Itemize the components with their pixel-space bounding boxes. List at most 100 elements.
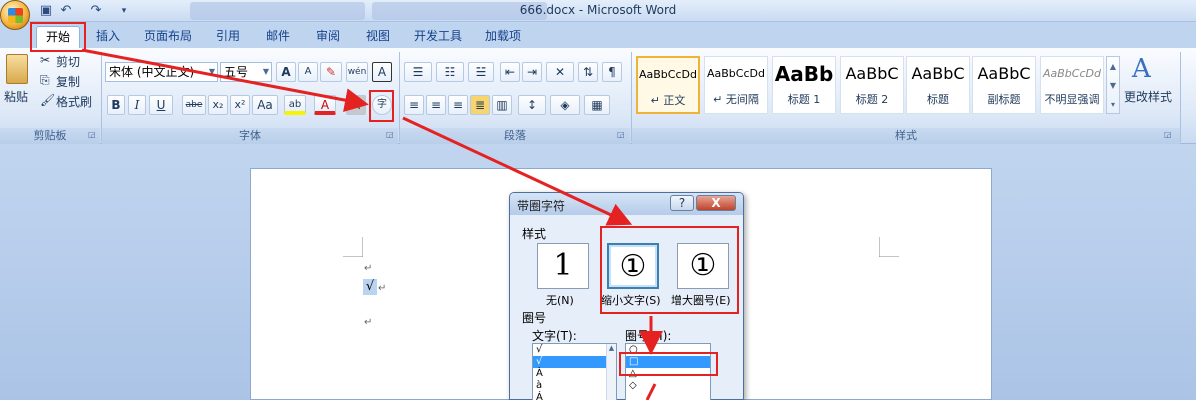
underline-button[interactable]: U [149, 95, 173, 115]
style-sample: AaBbC [977, 64, 1031, 83]
clear-format-icon[interactable]: ✎ [320, 62, 342, 82]
scrollbar[interactable]: ▲ [606, 344, 616, 400]
bullets-icon[interactable]: ☰ [404, 62, 432, 82]
style-subtle-emphasis[interactable]: AaBbCcDd 不明显强调 [1040, 56, 1104, 114]
text-field-label: 文字(T): [532, 329, 577, 343]
style-sample: AaBbCcDd [1043, 67, 1101, 80]
sort-icon[interactable]: ⇅ [578, 62, 598, 82]
tab-mailings[interactable]: 邮件 [258, 26, 298, 48]
change-styles-button[interactable]: 更改样式 [1124, 88, 1172, 105]
tab-view[interactable]: 视图 [358, 26, 398, 48]
style-subtitle[interactable]: AaBbC 副标题 [972, 56, 1036, 114]
font-size-combo[interactable]: 五号 ▼ [220, 62, 272, 82]
borders-icon[interactable]: ▦ [584, 95, 610, 115]
justify-icon[interactable]: ≣ [470, 95, 490, 115]
show-marks-icon[interactable]: ¶ [602, 62, 622, 82]
styles-launcher-icon[interactable]: ◲ [1164, 130, 1172, 139]
style-normal[interactable]: AaBbCcDd ↵ 正文 [636, 56, 700, 114]
selected-character[interactable]: √ [363, 279, 377, 295]
crop-mark-left [343, 237, 363, 257]
list-item[interactable]: à [533, 380, 616, 392]
tab-insert[interactable]: 插入 [88, 26, 128, 48]
tab-add-ins[interactable]: 加载项 [478, 26, 528, 48]
chevron-down-icon: ▼ [208, 67, 215, 76]
align-right-icon[interactable]: ≡ [448, 95, 468, 115]
strikethrough-button[interactable]: abe [182, 95, 206, 115]
list-item[interactable]: √ [533, 356, 616, 368]
annotation-box-style-options [600, 226, 739, 314]
grow-font-button[interactable]: A [276, 62, 296, 82]
phonetic-guide-button[interactable]: wén [346, 62, 368, 82]
font-group-title: 字体 [102, 128, 398, 144]
format-painter-button[interactable]: 格式刷 [56, 93, 92, 110]
align-left-icon[interactable]: ≡ [404, 95, 424, 115]
paragraph-group-title: 段落 [400, 128, 630, 144]
styles-group-title: 样式 [632, 128, 1180, 144]
paste-icon[interactable] [6, 54, 28, 84]
paste-button[interactable]: 粘贴 [4, 88, 28, 105]
chevron-down-icon: ▼ [262, 67, 269, 76]
decrease-indent-icon[interactable]: ⇤ [500, 62, 520, 82]
font-size-value: 五号 [224, 65, 249, 79]
paragraph-mark: ↵ [378, 283, 387, 294]
style-name: 标题 [927, 93, 949, 106]
crop-mark-right [879, 237, 899, 257]
cut-button[interactable]: 剪切 [56, 53, 80, 70]
annotation-box-enclose-button [369, 90, 394, 122]
cut-icon[interactable]: ✂ [40, 53, 50, 67]
font-launcher-icon[interactable]: ◲ [386, 130, 394, 139]
font-name-combo[interactable]: 宋体 (中文正文) ▼ [105, 62, 218, 82]
list-item[interactable]: Á [533, 392, 616, 400]
list-item[interactable]: √ [533, 344, 616, 356]
multilevel-list-icon[interactable]: ☱ [468, 62, 494, 82]
list-item[interactable]: À [533, 368, 616, 380]
copy-icon[interactable]: ⎘ [40, 73, 50, 88]
tab-developer[interactable]: 开发工具 [408, 26, 468, 48]
shading-icon[interactable]: ◈ [550, 95, 580, 115]
character-shading-button[interactable]: A [346, 95, 366, 115]
window-title: 666.docx - Microsoft Word [519, 3, 677, 17]
format-painter-icon[interactable]: 🖌 [40, 93, 55, 107]
font-color-button[interactable]: A [314, 95, 336, 115]
title-bar: ▣ ↶ ↷ ▾ 666.docx - Microsoft Word [0, 0, 1196, 22]
distributed-icon[interactable]: ▥ [492, 95, 512, 115]
option-glyph: 1 [553, 248, 573, 283]
character-border-button[interactable]: A [372, 62, 392, 82]
office-button[interactable] [0, 0, 30, 30]
dialog-title: 带圈字符 [517, 199, 566, 213]
copy-button[interactable]: 复制 [56, 73, 80, 90]
align-center-icon[interactable]: ≡ [426, 95, 446, 115]
help-button[interactable]: ? [670, 195, 694, 211]
style-heading-1[interactable]: AaBb 标题 1 [772, 56, 836, 114]
clipboard-launcher-icon[interactable]: ◲ [88, 130, 96, 139]
style-name: 不明显强调 [1044, 93, 1100, 106]
change-case-button[interactable]: Aa [252, 95, 278, 115]
list-item[interactable]: ◇ [626, 380, 710, 392]
numbering-icon[interactable]: ☷ [436, 62, 464, 82]
style-option-none[interactable]: 1 [537, 243, 589, 289]
change-styles-icon[interactable]: A [1132, 54, 1151, 84]
shrink-font-button[interactable]: A [298, 62, 318, 82]
superscript-button[interactable]: x² [230, 95, 250, 115]
text-listbox[interactable]: √ √ À à Á ▲ [532, 343, 617, 400]
tab-review[interactable]: 审阅 [308, 26, 348, 48]
tab-page-layout[interactable]: 页面布局 [138, 26, 198, 48]
style-heading-2[interactable]: AaBbC 标题 2 [840, 56, 904, 114]
asian-layout-icon[interactable]: ✕ [546, 62, 574, 82]
italic-button[interactable]: I [128, 95, 146, 115]
subscript-button[interactable]: x₂ [208, 95, 228, 115]
highlight-button[interactable]: ab [284, 95, 306, 115]
tab-references[interactable]: 引用 [208, 26, 248, 48]
style-title[interactable]: AaBbC 标题 [906, 56, 970, 114]
increase-indent-icon[interactable]: ⇥ [522, 62, 542, 82]
close-button[interactable]: X [696, 195, 736, 211]
bold-button[interactable]: B [107, 95, 125, 115]
style-no-spacing[interactable]: AaBbCcDd ↵ 无间隔 [704, 56, 768, 114]
line-spacing-icon[interactable]: ↕ [518, 95, 546, 115]
style-sample: AaBbCcDd [707, 67, 765, 80]
group-divider [1180, 52, 1181, 142]
paragraph-launcher-icon[interactable]: ◲ [617, 130, 625, 139]
styles-gallery-scroll[interactable]: ▲ ▼ ▾ [1106, 56, 1120, 114]
style-section-label: 样式 [522, 227, 547, 241]
font-name-value: 宋体 (中文正文) [109, 65, 195, 79]
